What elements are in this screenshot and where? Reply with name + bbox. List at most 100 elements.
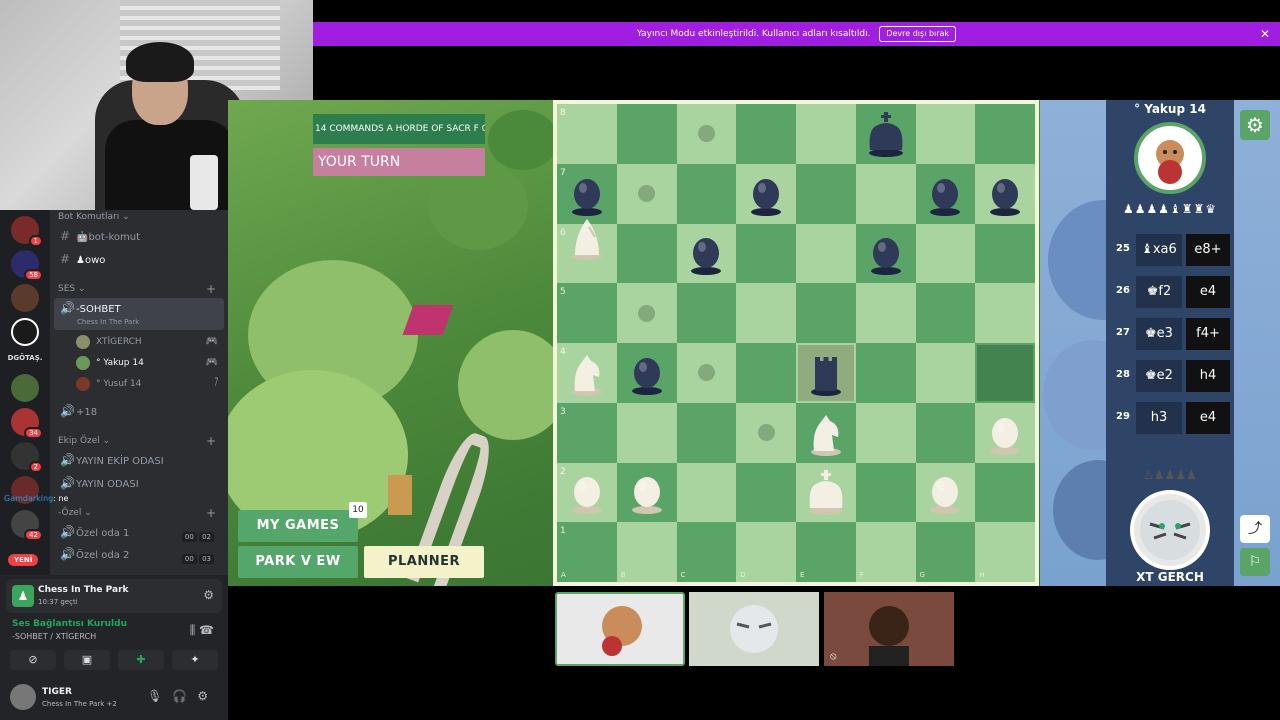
- chess-piece[interactable]: [744, 170, 788, 222]
- move-list[interactable]: 25 ♝xa6 e8+ 26 ♚f2 e4 27 ♚e3 f4+ 28 ♚e2 h4 29 h3 e4: [1112, 230, 1230, 440]
- black-move[interactable]: e4: [1186, 402, 1230, 434]
- share-icon[interactable]: ⤴: [1240, 515, 1270, 543]
- board-square[interactable]: [557, 402, 617, 463]
- board-square[interactable]: [796, 283, 856, 343]
- move-hint-dot[interactable]: [638, 304, 656, 322]
- board-square[interactable]: [796, 163, 856, 224]
- board-square[interactable]: [915, 104, 976, 164]
- server-icon[interactable]: 58: [11, 250, 43, 281]
- chess-piece[interactable]: [625, 349, 669, 401]
- board-square[interactable]: [975, 223, 1035, 284]
- move-row[interactable]: 29 h3 e4: [1112, 398, 1230, 440]
- server-icon[interactable]: 34: [11, 408, 43, 439]
- white-move[interactable]: h3: [1136, 402, 1182, 434]
- voice-status-icons[interactable]: ⫼ ☎: [190, 623, 214, 638]
- chess-piece[interactable]: [565, 468, 609, 520]
- white-move[interactable]: ♚e3: [1136, 318, 1182, 350]
- board-square[interactable]: [855, 402, 916, 463]
- black-move[interactable]: h4: [1186, 360, 1230, 392]
- park-view-button[interactable]: PARK V EW: [238, 546, 358, 578]
- board-square[interactable]: [557, 283, 617, 343]
- board-square[interactable]: [975, 104, 1035, 164]
- chess-piece[interactable]: [864, 110, 908, 162]
- board-square[interactable]: [676, 163, 737, 224]
- channel-owo[interactable]: # ♟owo: [54, 249, 224, 269]
- black-move[interactable]: f4+: [1186, 318, 1230, 350]
- board-square[interactable]: [676, 402, 737, 463]
- game-thumbnail[interactable]: ⦸: [824, 592, 954, 666]
- move-hint-dot[interactable]: [757, 424, 775, 442]
- server-label[interactable]: DGÖTAŞ.: [0, 354, 50, 362]
- board-square[interactable]: [616, 223, 677, 284]
- voice-user[interactable]: ° Yakup 14 🎮: [76, 353, 226, 373]
- white-move[interactable]: ♚e2: [1136, 360, 1182, 392]
- server-icon[interactable]: [11, 284, 39, 312]
- category-ses[interactable]: SES ⌄ +: [58, 282, 216, 296]
- server-icon[interactable]: 42: [11, 510, 43, 541]
- board-square[interactable]: [915, 223, 976, 284]
- activity-card[interactable]: ♟ Chess In The Park 10:37 geçti ⚙: [6, 579, 222, 613]
- black-move[interactable]: e4: [1186, 276, 1230, 308]
- game-thumbnail[interactable]: [689, 592, 819, 666]
- flag-icon[interactable]: ⚐: [1240, 548, 1270, 576]
- board-square[interactable]: [736, 223, 796, 284]
- channel-18[interactable]: 🔊+18: [54, 401, 224, 421]
- new-badge[interactable]: YENİ: [8, 554, 39, 566]
- board-square[interactable]: [616, 104, 677, 164]
- activity-settings-icon[interactable]: ⚙: [203, 588, 214, 602]
- board-square[interactable]: [796, 104, 856, 164]
- activity-button[interactable]: ✚: [118, 650, 164, 670]
- my-games-button[interactable]: MY GAMES: [238, 510, 358, 542]
- chess-piece[interactable]: [684, 229, 728, 281]
- board-square[interactable]: [855, 283, 916, 343]
- white-move[interactable]: ♚f2: [1136, 276, 1182, 308]
- voice-connected[interactable]: Ses Bağlantısı Kuruldu: [12, 619, 127, 629]
- chess-piece[interactable]: [804, 349, 848, 401]
- chess-piece[interactable]: [923, 170, 967, 222]
- channel-ozel-2[interactable]: 🔊Özel oda 2 00 03: [54, 544, 224, 564]
- add-channel-icon[interactable]: +: [206, 434, 216, 448]
- screen-share-button[interactable]: ▣: [64, 650, 110, 670]
- board-square[interactable]: [855, 522, 916, 582]
- chess-piece[interactable]: [983, 409, 1027, 461]
- planner-button[interactable]: PLANNER: [364, 546, 484, 578]
- move-row[interactable]: 27 ♚e3 f4+: [1112, 314, 1230, 356]
- board-square[interactable]: [736, 343, 796, 403]
- server-icon[interactable]: 1: [11, 216, 43, 247]
- move-row[interactable]: 25 ♝xa6 e8+: [1112, 230, 1230, 272]
- white-move[interactable]: ♝xa6: [1136, 234, 1182, 266]
- chess-piece[interactable]: [923, 468, 967, 520]
- server-icon[interactable]: 2: [11, 442, 43, 473]
- category-bot[interactable]: Bot Komutları ⌄: [58, 212, 130, 222]
- board-square[interactable]: [616, 402, 677, 463]
- board-square[interactable]: [796, 223, 856, 284]
- user-controls[interactable]: 🎙🎧⚙: [147, 689, 218, 703]
- board-square[interactable]: [855, 163, 916, 224]
- channel-yayin[interactable]: 🔊YAYIN ODASI: [54, 473, 224, 493]
- board-square[interactable]: [915, 283, 976, 343]
- opponent-avatar[interactable]: [1134, 122, 1206, 194]
- board-square[interactable]: [796, 522, 856, 582]
- category-ekip[interactable]: Ekip Özel ⌄ +: [58, 434, 216, 448]
- disable-button[interactable]: Devre dışı bırak: [879, 26, 957, 42]
- chess-piece[interactable]: [565, 213, 609, 265]
- player-avatar[interactable]: [1130, 490, 1210, 570]
- chess-piece[interactable]: [625, 468, 669, 520]
- game-thumbnail[interactable]: [555, 592, 685, 666]
- board-square[interactable]: [975, 462, 1035, 523]
- chess-piece[interactable]: [983, 170, 1027, 222]
- server-icon[interactable]: [11, 374, 39, 402]
- board-square[interactable]: [975, 283, 1035, 343]
- voice-user[interactable]: XTİGERCH 🎮: [76, 332, 226, 352]
- board-square[interactable]: [915, 343, 976, 403]
- add-channel-icon[interactable]: +: [206, 506, 216, 520]
- black-move[interactable]: e8+: [1186, 234, 1230, 266]
- chess-board[interactable]: 87654321ABCDEFGH: [557, 104, 1035, 582]
- settings-gear-icon[interactable]: ⚙: [1240, 110, 1270, 140]
- channel-bot-komut[interactable]: # 🤖bot-komut: [54, 226, 224, 246]
- board-square[interactable]: [676, 283, 737, 343]
- channel-yayin-ekip[interactable]: 🔊YAYIN EKİP ODASI: [54, 450, 224, 470]
- move-row[interactable]: 26 ♚f2 e4: [1112, 272, 1230, 314]
- user-avatar[interactable]: [10, 684, 36, 710]
- board-square[interactable]: [736, 462, 796, 523]
